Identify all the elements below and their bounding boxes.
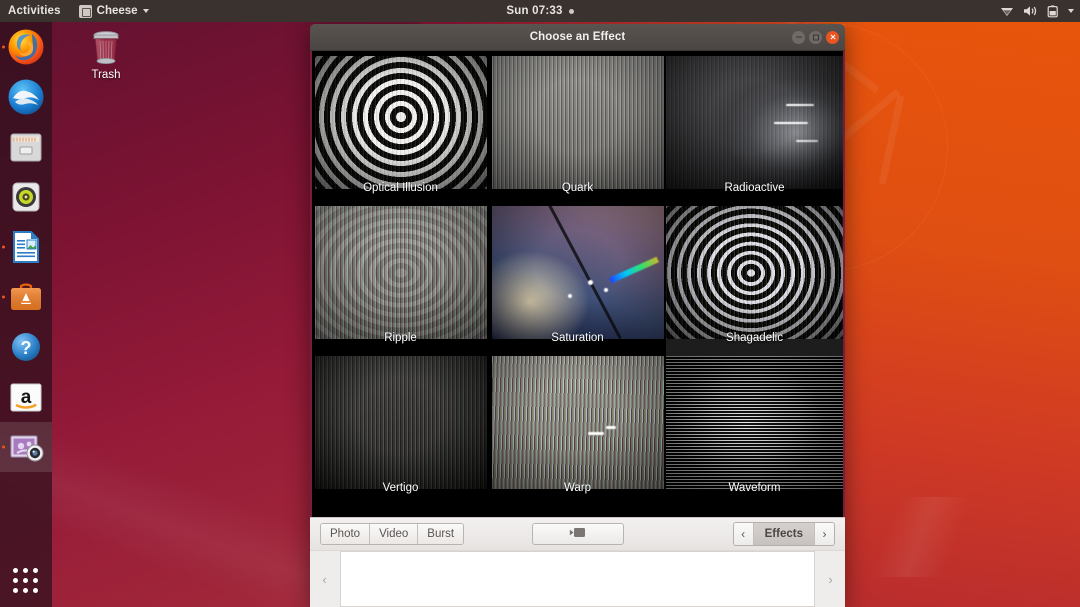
app-menu-cheese[interactable]: Cheese (71, 0, 157, 22)
wallpaper-swoosh (820, 497, 1020, 577)
dock-item-firefox[interactable] (0, 22, 52, 72)
bottom-toolbar: Photo Video Burst ‹ Effects › (310, 517, 845, 550)
chevron-down-icon (143, 9, 149, 13)
effects-nav-group: ‹ Effects › (733, 522, 835, 546)
mode-burst-button[interactable]: Burst (418, 524, 463, 544)
dock-item-rhythmbox[interactable] (0, 172, 52, 222)
trash-icon (89, 28, 123, 66)
capture-mode-group: Photo Video Burst (320, 523, 464, 545)
system-tray[interactable] (1000, 5, 1074, 18)
cheese-window: Choose an Effect Optical Illusion (310, 24, 845, 607)
svg-text:a: a (21, 387, 32, 408)
effect-label: Saturation (489, 332, 666, 344)
volume-icon[interactable] (1023, 5, 1038, 17)
rhythmbox-icon (7, 178, 45, 216)
dock-item-ubuntu-software[interactable] (0, 272, 52, 322)
thunderbird-icon (7, 78, 45, 116)
app-grid-icon (13, 568, 39, 594)
minimize-icon[interactable] (792, 31, 805, 44)
effect-cell-waveform[interactable]: Waveform (666, 356, 843, 506)
notification-dot-icon (569, 9, 574, 14)
effect-label: Quark (489, 182, 666, 194)
thumbnail-canvas[interactable] (340, 551, 815, 607)
effect-thumbnail (666, 356, 843, 489)
effects-grid: Optical Illusion Quark (310, 51, 845, 517)
effects-next-button[interactable]: › (814, 523, 834, 545)
effect-thumbnail (492, 206, 664, 339)
top-bar: Activities Cheese Sun 07:33 (0, 0, 1080, 22)
effect-thumbnail (315, 206, 487, 339)
app-menu-label: Cheese (97, 5, 138, 17)
cheese-icon (7, 428, 45, 466)
effect-label: Ripple (312, 332, 489, 344)
cheese-app-icon (79, 5, 92, 18)
video-camera-icon (569, 525, 586, 543)
effect-thumbnail (492, 356, 664, 489)
window-titlebar[interactable]: Choose an Effect (310, 24, 845, 51)
capture-button[interactable] (532, 523, 624, 545)
effect-thumbnail (666, 56, 843, 189)
thumbnail-next-button[interactable]: › (824, 572, 837, 587)
thumbnail-strip: ‹ › (310, 550, 845, 607)
dock-item-help[interactable]: ? (0, 322, 52, 372)
effect-label: Waveform (666, 482, 843, 494)
chevron-down-icon[interactable] (1068, 9, 1074, 13)
effect-cell-vertigo[interactable]: Vertigo (312, 356, 489, 506)
show-applications-button[interactable] (0, 557, 52, 605)
effect-label: Warp (489, 482, 666, 494)
effect-thumbnail (315, 56, 487, 189)
libreoffice-writer-icon (7, 228, 45, 266)
effect-thumbnail (666, 206, 843, 339)
effects-toggle-button[interactable]: Effects (754, 523, 814, 545)
battery-icon[interactable] (1047, 5, 1059, 18)
effect-thumbnail (492, 56, 664, 189)
close-icon[interactable] (826, 31, 839, 44)
ubuntu-software-icon (7, 278, 45, 316)
effect-cell-radioactive[interactable]: Radioactive (666, 56, 843, 206)
effect-label: Optical Illusion (312, 182, 489, 194)
amazon-icon: a (7, 378, 45, 416)
running-indicator (2, 296, 5, 299)
mode-video-button[interactable]: Video (370, 524, 418, 544)
effect-cell-shagadelic[interactable]: Shagadelic (666, 206, 843, 356)
clock-area: Sun 07:33 (0, 5, 1080, 17)
effect-thumbnail (315, 356, 487, 489)
window-title: Choose an Effect (530, 31, 626, 43)
screen: Trash (0, 0, 1080, 607)
launcher-dock: ? a (0, 22, 52, 607)
running-indicator (2, 46, 5, 49)
running-indicator (2, 246, 5, 249)
dock-item-files[interactable] (0, 122, 52, 172)
effect-cell-optical-illusion[interactable]: Optical Illusion (312, 56, 489, 206)
desktop-icon-label: Trash (77, 69, 135, 81)
activities-button[interactable]: Activities (0, 0, 71, 22)
effect-cell-ripple[interactable]: Ripple (312, 206, 489, 356)
effect-cell-quark[interactable]: Quark (489, 56, 666, 206)
mode-photo-button[interactable]: Photo (321, 524, 370, 544)
effect-cell-saturation[interactable]: Saturation (489, 206, 666, 356)
maximize-icon[interactable] (809, 31, 822, 44)
clock-label[interactable]: Sun 07:33 (506, 5, 562, 17)
effect-label: Radioactive (666, 182, 843, 194)
dock-item-cheese[interactable] (0, 422, 52, 472)
wifi-icon[interactable] (1000, 5, 1014, 17)
effect-cell-warp[interactable]: Warp (489, 356, 666, 506)
thumbnail-prev-button[interactable]: ‹ (318, 572, 331, 587)
help-icon: ? (7, 328, 45, 366)
window-controls (792, 24, 839, 51)
svg-text:?: ? (21, 338, 32, 358)
dock-item-libreoffice-writer[interactable] (0, 222, 52, 272)
effect-label: Shagadelic (666, 332, 843, 344)
firefox-icon (7, 28, 45, 66)
running-indicator (2, 446, 5, 449)
dock-item-amazon[interactable]: a (0, 372, 52, 422)
desktop-icon-trash[interactable]: Trash (77, 28, 135, 81)
effect-label: Vertigo (312, 482, 489, 494)
files-icon (7, 128, 45, 166)
effects-prev-button[interactable]: ‹ (734, 523, 754, 545)
dock-item-thunderbird[interactable] (0, 72, 52, 122)
